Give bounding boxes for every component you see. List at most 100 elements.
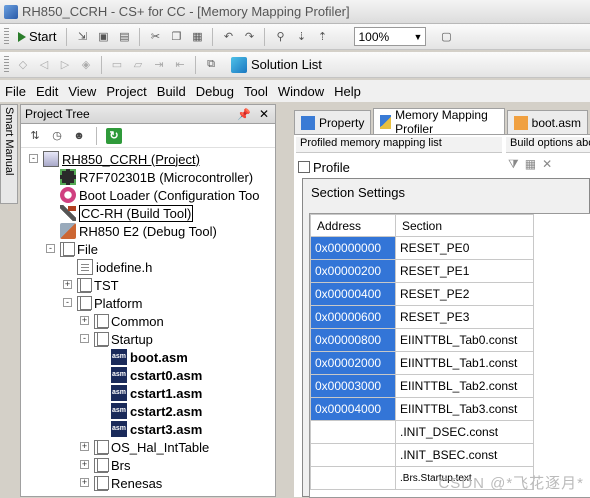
save-icon[interactable]: ▣	[94, 28, 112, 46]
undo-icon[interactable]: ↶	[219, 28, 237, 46]
tree-item[interactable]: File	[60, 240, 98, 258]
delete-icon[interactable]: ✕	[542, 157, 552, 172]
tab-property[interactable]: Property	[294, 110, 372, 134]
tree-item[interactable]: Startup	[94, 330, 153, 348]
collapse-icon[interactable]: -	[29, 154, 38, 163]
bookmark-icon[interactable]: ◇	[14, 56, 32, 74]
toolbar-grip[interactable]	[4, 55, 9, 74]
tree-item[interactable]: iodefine.h	[77, 258, 152, 276]
tree-item[interactable]: R7F702301B (Microcontroller)	[60, 168, 253, 186]
cut-icon[interactable]: ✂	[146, 28, 164, 46]
start-button[interactable]: Start	[14, 27, 60, 47]
section-cell[interactable]: RESET_PE1	[395, 259, 534, 283]
address-cell[interactable]: 0x00000600	[310, 305, 396, 329]
section-cell[interactable]: .INIT_DSEC.const	[395, 420, 534, 444]
bookmark-prev-icon[interactable]: ◁	[35, 56, 53, 74]
tree-item[interactable]: asm cstart3.asm	[111, 420, 202, 438]
table-row[interactable]: 0x00000200 RESET_PE1	[310, 259, 534, 283]
address-cell[interactable]	[310, 466, 396, 490]
section-cell[interactable]: EIINTTBL_Tab3.const	[395, 397, 534, 421]
tree-item[interactable]: Platform	[77, 294, 142, 312]
refresh-icon[interactable]: ↻	[106, 127, 122, 144]
smart-manual-tab[interactable]: Smart Manual	[0, 104, 18, 204]
grid-icon[interactable]: ▦	[525, 157, 536, 172]
menu-edit[interactable]: Edit	[31, 84, 63, 99]
window-icon[interactable]: ▢	[437, 28, 455, 46]
copy-icon[interactable]: ❐	[167, 28, 185, 46]
find-prev-icon[interactable]: ⇡	[313, 28, 331, 46]
tree-item[interactable]: asm cstart2.asm	[111, 402, 202, 420]
tree-item[interactable]: Common	[94, 312, 164, 330]
filter-icon[interactable]: ⧩	[508, 157, 519, 172]
tree-item[interactable]: asm cstart1.asm	[111, 384, 202, 402]
bookmark-clear-icon[interactable]: ◈	[77, 56, 95, 74]
zoom-select[interactable]: 100% ▼	[354, 27, 427, 46]
layout-icon[interactable]: ⧉	[202, 56, 220, 74]
menu-file[interactable]: File	[0, 84, 31, 99]
expand-icon[interactable]: +	[80, 442, 89, 451]
table-row[interactable]: 0x00000400 RESET_PE2	[310, 282, 534, 306]
address-cell[interactable]	[310, 420, 396, 444]
tree-item[interactable]: CC-RH (Build Tool)	[60, 204, 194, 222]
section-cell[interactable]: RESET_PE0	[395, 236, 534, 260]
tree-item[interactable]: Boot Loader (Configuration Too	[60, 186, 259, 204]
clock-icon[interactable]: ◷	[49, 128, 65, 144]
menu-view[interactable]: View	[63, 84, 101, 99]
tree-item[interactable]: asm boot.asm	[111, 348, 188, 366]
address-cell[interactable]: 0x00000400	[310, 282, 396, 306]
address-cell[interactable]: 0x00003000	[310, 374, 396, 398]
close-icon[interactable]: ✕	[259, 107, 269, 121]
pin-icon[interactable]: 📌	[237, 108, 251, 121]
redo-icon[interactable]: ↷	[240, 28, 258, 46]
address-cell[interactable]: 0x00004000	[310, 397, 396, 421]
table-row[interactable]: .INIT_DSEC.const	[310, 420, 534, 444]
address-cell[interactable]	[310, 443, 396, 467]
indent-icon[interactable]: ⇥	[150, 56, 168, 74]
table-row[interactable]: 0x00002000 EIINTTBL_Tab1.const	[310, 351, 534, 375]
uncomment-icon[interactable]: ▱	[129, 56, 147, 74]
section-cell[interactable]: EIINTTBL_Tab1.const	[395, 351, 534, 375]
collapse-icon[interactable]: -	[63, 298, 72, 307]
menu-debug[interactable]: Debug	[191, 84, 239, 99]
table-row[interactable]: 0x00000600 RESET_PE3	[310, 305, 534, 329]
collapse-icon[interactable]: -	[80, 334, 89, 343]
tab-memory-mapping-profiler[interactable]: Memory Mapping Profiler	[373, 108, 505, 136]
tree-item[interactable]: RH850 E2 (Debug Tool)	[60, 222, 217, 240]
address-cell[interactable]: 0x00002000	[310, 351, 396, 375]
tree-item[interactable]: asm cstart0.asm	[111, 366, 202, 384]
section-cell[interactable]: EIINTTBL_Tab2.const	[395, 374, 534, 398]
save-all-icon[interactable]: ▤	[115, 28, 133, 46]
tree-item[interactable]: RH850_CCRH (Project)	[43, 150, 200, 168]
go-to-icon[interactable]: ⇲	[73, 28, 91, 46]
comment-icon[interactable]: ▭	[108, 56, 126, 74]
address-cell[interactable]: 0x00000800	[310, 328, 396, 352]
column-header-address[interactable]: Address	[310, 214, 396, 237]
section-cell[interactable]: RESET_PE2	[395, 282, 534, 306]
toolbar-grip[interactable]	[4, 27, 9, 46]
address-cell[interactable]: 0x00000000	[310, 236, 396, 260]
person-icon[interactable]: ☻	[71, 128, 87, 144]
table-row[interactable]: 0x00003000 EIINTTBL_Tab2.const	[310, 374, 534, 398]
table-row[interactable]: .INIT_BSEC.const	[310, 443, 534, 467]
column-header-section[interactable]: Section	[395, 214, 534, 237]
expand-icon[interactable]: +	[80, 478, 89, 487]
find-next-icon[interactable]: ⇣	[292, 28, 310, 46]
address-cell[interactable]: 0x00000200	[310, 259, 396, 283]
tree-item[interactable]: TST	[77, 276, 119, 294]
tree-item[interactable]: Brs	[94, 456, 131, 474]
tree-item[interactable]: OS_Hal_IntTable	[94, 438, 209, 456]
table-row[interactable]: 0x00004000 EIINTTBL_Tab3.const	[310, 397, 534, 421]
bookmark-next-icon[interactable]: ▷	[56, 56, 74, 74]
sort-icon[interactable]: ⇅	[27, 128, 43, 144]
find-icon[interactable]: ⚲	[271, 28, 289, 46]
collapse-icon[interactable]: -	[46, 244, 55, 253]
paste-icon[interactable]: ▦	[188, 28, 206, 46]
expand-icon[interactable]: +	[80, 460, 89, 469]
outdent-icon[interactable]: ⇤	[171, 56, 189, 74]
section-cell[interactable]: RESET_PE3	[395, 305, 534, 329]
section-cell[interactable]: .INIT_BSEC.const	[395, 443, 534, 467]
menu-window[interactable]: Window	[273, 84, 329, 99]
table-row[interactable]: 0x00000800 EIINTTBL_Tab0.const	[310, 328, 534, 352]
expand-icon[interactable]: +	[63, 280, 72, 289]
solution-list-button[interactable]: Solution List	[227, 55, 326, 75]
